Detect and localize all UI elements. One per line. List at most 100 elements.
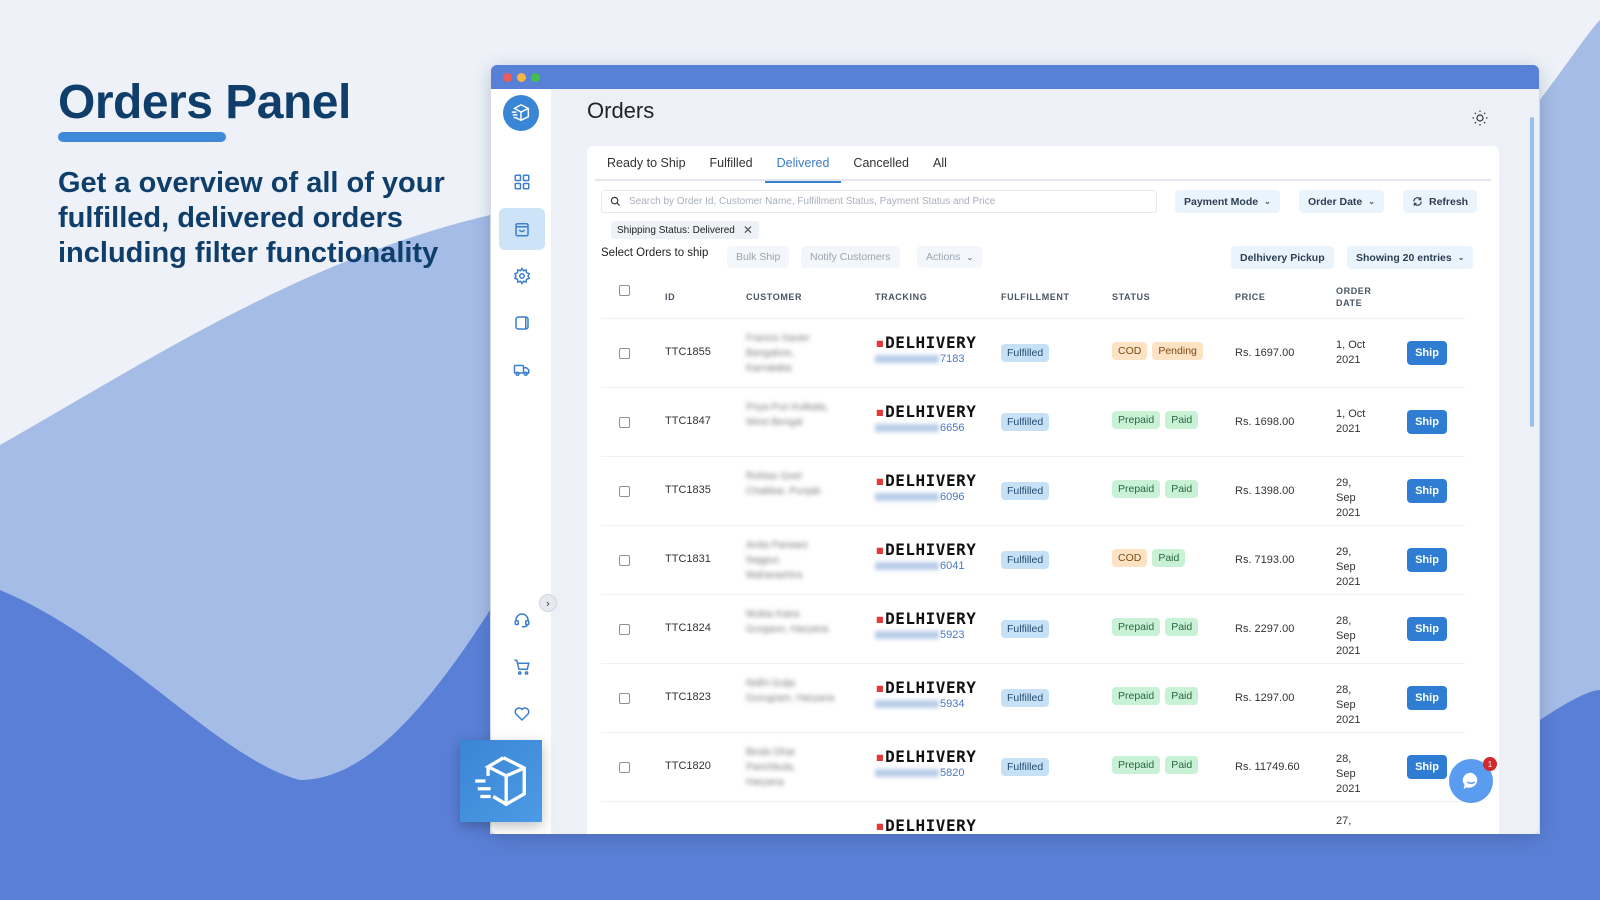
select-all-checkbox[interactable]: [619, 285, 630, 296]
row-checkbox[interactable]: [619, 693, 630, 704]
order-id[interactable]: TTC1823: [665, 691, 711, 703]
sidebar-item-settings[interactable]: [499, 255, 545, 297]
search-input[interactable]: [629, 196, 1156, 207]
order-price: Rs. 1697.00: [1235, 347, 1295, 359]
tracking-suffix: 5934: [940, 698, 965, 710]
row-checkbox[interactable]: [619, 555, 630, 566]
gear-icon: [513, 267, 531, 285]
sidebar-collapse-button[interactable]: ›: [539, 594, 557, 612]
column-header-fulfillment: FULFILLMENT: [1001, 292, 1070, 302]
payment-mode-badge: Prepaid: [1112, 618, 1161, 636]
fulfillment-cell: Fulfilled: [1001, 481, 1050, 500]
row-checkbox[interactable]: [619, 624, 630, 635]
chevron-right-icon: ›: [545, 596, 551, 610]
promo-subtitle: Get a overview of all of your fulfilled,…: [58, 167, 445, 270]
tab-fulfilled[interactable]: Fulfilled: [698, 146, 765, 181]
tracking-number-link[interactable]: 7183: [875, 353, 976, 365]
minimize-window-button[interactable]: [517, 72, 526, 82]
bulk-ship-button[interactable]: Bulk Ship: [727, 246, 790, 268]
tracking-number-link[interactable]: 5923: [875, 629, 976, 641]
refresh-button[interactable]: Refresh: [1403, 190, 1478, 213]
ship-button[interactable]: Ship: [1407, 548, 1447, 572]
courier-name: DELHIVERY: [885, 402, 977, 421]
courier-name: DELHIVERY: [885, 333, 977, 352]
sidebar-item-shipping[interactable]: [499, 349, 545, 391]
ship-button[interactable]: Ship: [1407, 341, 1447, 365]
row-checkbox[interactable]: [619, 417, 630, 428]
order-date-dropdown[interactable]: Order Date ⌄: [1299, 190, 1384, 213]
tracking-number-link[interactable]: 6041: [875, 560, 976, 572]
sidebar-item-support[interactable]: [499, 599, 545, 641]
tab-cancelled[interactable]: Cancelled: [841, 146, 921, 181]
payment-status-badge: Paid: [1165, 618, 1199, 636]
status-cell: Prepaid Paid: [1112, 480, 1199, 498]
sidebar-item-wishlist[interactable]: [499, 693, 545, 735]
row-checkbox[interactable]: [619, 486, 630, 497]
order-id[interactable]: TTC1847: [665, 415, 711, 427]
table-row: TTC1824 Mukta Kaira Gurgaon, Haryana ▪DEL…: [601, 595, 1465, 664]
chevron-down-icon: ⌄: [966, 252, 974, 262]
courier-logo: ▪DELHIVERY: [875, 333, 977, 352]
truck-icon: [513, 364, 530, 376]
remove-filter-icon[interactable]: ✕: [743, 223, 753, 237]
tab-all[interactable]: All: [921, 146, 959, 181]
ship-button[interactable]: Ship: [1407, 755, 1447, 779]
order-id[interactable]: TTC1831: [665, 553, 711, 565]
order-id[interactable]: TTC1820: [665, 760, 711, 772]
ship-button[interactable]: Ship: [1407, 479, 1447, 503]
ship-button[interactable]: Ship: [1407, 686, 1447, 710]
ship-button[interactable]: Ship: [1407, 410, 1447, 434]
vertical-scrollbar[interactable]: [1530, 117, 1534, 427]
redacted-tracking-prefix: [875, 769, 939, 777]
close-window-button[interactable]: [503, 72, 512, 82]
order-id[interactable]: TTC1855: [665, 346, 711, 358]
ship-button[interactable]: Ship: [1407, 617, 1447, 641]
redacted-tracking-prefix: [875, 424, 939, 432]
courier-name: DELHIVERY: [885, 816, 977, 834]
payment-mode-dropdown[interactable]: Payment Mode ⌄: [1175, 190, 1280, 213]
sidebar-item-documents[interactable]: [499, 302, 545, 344]
maximize-window-button[interactable]: [531, 72, 540, 82]
pickup-label: Delhivery Pickup: [1240, 251, 1325, 264]
order-date: 1, Oct 2021: [1336, 408, 1366, 435]
entries-dropdown[interactable]: Showing 20 entries ⌄: [1347, 246, 1474, 269]
sidebar-item-cart[interactable]: [499, 646, 545, 688]
tab-delivered[interactable]: Delivered: [764, 146, 842, 183]
box-logo-icon: [511, 104, 530, 122]
order-id[interactable]: TTC1835: [665, 484, 711, 496]
order-date: 28, Sep 2021: [1336, 753, 1361, 795]
box-delivery-icon: [475, 756, 526, 807]
tracking-number-link[interactable]: 6096: [875, 491, 976, 503]
table-row: TTC1835 Rohtas Goel Chabbar, Punjab ▪DELH…: [601, 457, 1465, 526]
chat-button[interactable]: 1: [1449, 757, 1497, 803]
delhivery-pickup-button[interactable]: Delhivery Pickup: [1231, 246, 1334, 269]
select-orders-label: Select Orders to ship: [601, 247, 709, 259]
filter-chip-label: Shipping Status: Delivered: [617, 224, 735, 236]
notify-customers-button[interactable]: Notify Customers: [801, 246, 900, 268]
tracking-number-link[interactable]: 5820: [875, 767, 976, 779]
app-logo[interactable]: [503, 95, 539, 131]
sidebar-item-dashboard[interactable]: [499, 161, 545, 203]
sidebar-item-orders[interactable]: [499, 208, 545, 250]
promo-title: Orders Panel: [58, 76, 351, 129]
tracking-number-link[interactable]: 5934: [875, 698, 976, 710]
courier-logo: ▪DELHIVERY: [875, 747, 977, 766]
tracking-cell: ▪DELHIVERY 6096: [875, 473, 976, 503]
fulfillment-badge: Fulfilled: [1001, 413, 1050, 431]
column-header-customer: CUSTOMER: [746, 292, 803, 302]
theme-toggle-button[interactable]: [1471, 109, 1489, 127]
chevron-down-icon: ⌄: [1368, 197, 1375, 206]
order-id[interactable]: TTC1824: [665, 622, 711, 634]
status-cell: Prepaid Paid: [1112, 618, 1199, 636]
notify-customers-label: Notify Customers: [810, 251, 891, 263]
row-checkbox[interactable]: [619, 762, 630, 773]
payment-mode-badge: Prepaid: [1112, 480, 1161, 498]
column-header-price: PRICE: [1235, 292, 1266, 302]
table-row: TTC1831 Anita Parwani Nagpur, Maharashtra…: [601, 526, 1465, 595]
main-content: Orders Ready to Ship Fulfilled Delivered…: [551, 89, 1539, 834]
tab-ready-to-ship[interactable]: Ready to Ship: [595, 146, 698, 181]
row-checkbox[interactable]: [619, 348, 630, 359]
tracking-number-link[interactable]: 6656: [875, 422, 976, 434]
shopping-bag-icon: [515, 223, 529, 237]
actions-dropdown[interactable]: Actions ⌄: [917, 246, 983, 268]
